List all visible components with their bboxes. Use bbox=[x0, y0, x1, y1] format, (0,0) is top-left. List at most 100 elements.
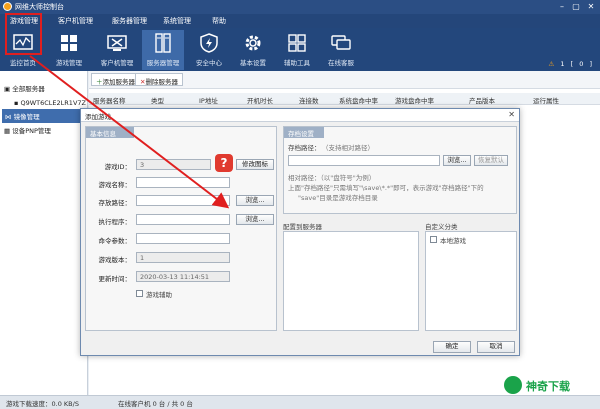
add-server-button[interactable]: ＋添加服务器 bbox=[91, 73, 140, 86]
shield-icon bbox=[200, 33, 218, 53]
menu-help[interactable]: 帮助 bbox=[212, 16, 226, 26]
column-header[interactable]: 服务器名称 bbox=[93, 95, 126, 105]
tree-label: 镜像管理 bbox=[13, 113, 40, 121]
ok-button[interactable]: 确定 bbox=[433, 341, 471, 353]
column-header[interactable]: 产品版本 bbox=[469, 95, 495, 105]
highlight-box bbox=[5, 13, 42, 55]
restore-default-button[interactable]: 恢复默认 bbox=[474, 155, 508, 166]
menu-bar: 游戏管理 客户机管理 服务器管理 系统管理 帮助 bbox=[0, 14, 600, 28]
store-path2-hint: （支持相对路径） bbox=[322, 144, 374, 152]
browse-store-path2-button[interactable]: 浏览... bbox=[443, 155, 471, 166]
status-bar: 游戏下载速度：0.0 KB/S 在线客户机 0 台 / 共 0 台 bbox=[0, 395, 600, 409]
relative-path-line2: 上面"存档路径"只需填写"\save\*.*"即可，表示游戏"存档路径"下的 bbox=[288, 184, 484, 192]
menu-server-management[interactable]: 服务器管理 bbox=[112, 16, 147, 26]
table-header: 服务器名称 类型 IP地址 开机时长 连接数 系统盘命中率 游戏盘命中率 产品版… bbox=[89, 93, 600, 105]
bracket-open: [ bbox=[570, 60, 574, 68]
game-name-field[interactable] bbox=[136, 177, 230, 188]
toolbar: 监控首页 游戏管理 客户机管理 服务器管理 安全中心 基本设置 辅助工具 在线客… bbox=[0, 28, 600, 71]
button-label: 删除服务器 bbox=[145, 78, 178, 86]
version-field: 1 bbox=[136, 252, 230, 263]
tool-client-management[interactable]: 客户机管理 bbox=[96, 30, 138, 70]
column-header[interactable]: 运行属性 bbox=[533, 95, 559, 105]
tree-item-pnp-management[interactable]: ▦ 设备PNP管理 bbox=[4, 125, 51, 135]
update-time-label: 更新时间： bbox=[98, 275, 132, 283]
basic-info-panel: 基本信息 游戏ID： 3 ? 修改图标 游戏名称： 存放路径： 浏览... 执行… bbox=[85, 126, 277, 331]
version-label: 游戏版本： bbox=[98, 256, 132, 264]
app-logo-icon bbox=[3, 2, 12, 11]
cmd-field[interactable] bbox=[136, 233, 230, 244]
column-header[interactable]: 开机时长 bbox=[247, 95, 273, 105]
tool-server-management[interactable]: 服务器管理 bbox=[142, 30, 184, 70]
watermark-text: 神奇下载 bbox=[526, 380, 570, 393]
tool-label: 服务器管理 bbox=[146, 59, 180, 67]
relative-path-hint: 相对路径：（以"盘符号"为例） bbox=[288, 174, 376, 182]
add-game-dialog: 添加游戏 ✕ 基本信息 游戏ID： 3 ? 修改图标 游戏名称： 存放路径： 浏… bbox=[80, 108, 520, 356]
store-path-field[interactable] bbox=[136, 195, 230, 206]
server-list-box[interactable] bbox=[283, 231, 419, 331]
tool-auxiliary-tools[interactable]: 辅助工具 bbox=[276, 30, 318, 70]
exe-label: 执行程序： bbox=[98, 218, 132, 226]
watermark-logo-icon bbox=[504, 376, 522, 394]
watermark: 神奇下载 bbox=[504, 376, 594, 396]
menu-client-management[interactable]: 客户机管理 bbox=[58, 16, 93, 26]
assist-game-label: 游戏辅助 bbox=[146, 291, 172, 299]
close-icon[interactable]: ✕ bbox=[508, 110, 515, 119]
modify-icon-button[interactable]: 修改图标 bbox=[236, 159, 274, 170]
relative-path-line3: "save"目录是游戏存档目录 bbox=[298, 194, 378, 202]
tool-label: 在线客服 bbox=[328, 59, 354, 67]
alert-count: 1 bbox=[560, 60, 565, 68]
local-game-checkbox[interactable] bbox=[430, 236, 437, 243]
window-title: 网维大师控制台 bbox=[15, 3, 64, 11]
action-bar: ＋添加服务器 ✕删除服务器 bbox=[89, 71, 600, 89]
alert-count-2: 0 bbox=[579, 60, 584, 68]
server-tree: ▣ 全部服务器 ▪ Q9WT6CLE2LR1V7Z（ ⋈ 镜像管理 ▦ 设备PN… bbox=[0, 71, 92, 395]
image-icon: ⋈ bbox=[5, 113, 14, 121]
tree-item-all-servers[interactable]: ▣ 全部服务器 bbox=[4, 83, 45, 93]
alert-counter[interactable]: ⚠ 1 [ 0 ] bbox=[544, 60, 592, 68]
menu-system-management[interactable]: 系统管理 bbox=[163, 16, 191, 26]
browse-exe-button[interactable]: 浏览... bbox=[236, 214, 274, 225]
collapse-icon[interactable]: ▣ bbox=[4, 85, 12, 93]
store-path-label: 存放路径： bbox=[98, 199, 132, 207]
exe-field[interactable] bbox=[136, 214, 230, 225]
delete-server-button[interactable]: ✕删除服务器 bbox=[135, 73, 183, 86]
bracket-close: ] bbox=[589, 60, 592, 68]
dialog-title: 添加游戏 bbox=[85, 113, 111, 121]
column-header[interactable]: 游戏盘命中率 bbox=[395, 95, 434, 105]
tool-basic-settings[interactable]: 基本设置 bbox=[232, 30, 274, 70]
close-window-button[interactable]: ✕ bbox=[584, 1, 598, 13]
column-header[interactable]: IP地址 bbox=[199, 95, 218, 105]
tool-label: 辅助工具 bbox=[284, 59, 310, 67]
store-settings-panel: 存档设置 存档路径： （支持相对路径） 浏览... 恢复默认 相对路径：（以"盘… bbox=[283, 126, 517, 214]
assign-servers-label: 配置到服务器 bbox=[283, 223, 322, 231]
tool-label: 监控首页 bbox=[10, 59, 36, 67]
game-name-label: 游戏名称： bbox=[98, 181, 132, 189]
tree-item-image-management[interactable]: ⋈ 镜像管理 bbox=[2, 109, 86, 123]
panel-heading: 基本信息 bbox=[86, 127, 134, 138]
tool-online-support[interactable]: 在线客服 bbox=[320, 30, 362, 70]
tool-security-center[interactable]: 安全中心 bbox=[188, 30, 230, 70]
download-speed: 游戏下载速度：0.0 KB/S bbox=[6, 400, 79, 408]
cancel-button[interactable]: 取消 bbox=[477, 341, 515, 353]
browse-store-path-button[interactable]: 浏览... bbox=[236, 195, 274, 206]
minimize-button[interactable]: – bbox=[555, 1, 569, 13]
device-icon: ▦ bbox=[4, 127, 13, 135]
custom-category-label: 自定义分类 bbox=[425, 223, 458, 231]
column-header[interactable]: 连接数 bbox=[299, 95, 319, 105]
tool-label: 客户机管理 bbox=[100, 59, 134, 67]
maximize-button[interactable]: ▢ bbox=[569, 1, 583, 13]
dialog-title-bar: 添加游戏 ✕ bbox=[81, 109, 519, 122]
tool-game-management[interactable]: 游戏管理 bbox=[48, 30, 90, 70]
server-icon bbox=[155, 33, 171, 53]
warning-icon: ⚠ bbox=[548, 60, 555, 68]
tree-item-server[interactable]: ▪ Q9WT6CLE2LR1V7Z（ bbox=[14, 97, 92, 107]
assist-game-checkbox[interactable] bbox=[136, 290, 143, 297]
column-header[interactable]: 系统盘命中率 bbox=[339, 95, 378, 105]
store-path2-field[interactable] bbox=[288, 155, 440, 166]
tools-grid-icon bbox=[288, 34, 306, 52]
game-id-field: 3 bbox=[136, 159, 211, 170]
client-tools-icon bbox=[107, 35, 127, 51]
column-header[interactable]: 类型 bbox=[151, 95, 164, 105]
question-mark-icon: ? bbox=[215, 154, 233, 172]
game-grid-icon bbox=[61, 35, 77, 51]
